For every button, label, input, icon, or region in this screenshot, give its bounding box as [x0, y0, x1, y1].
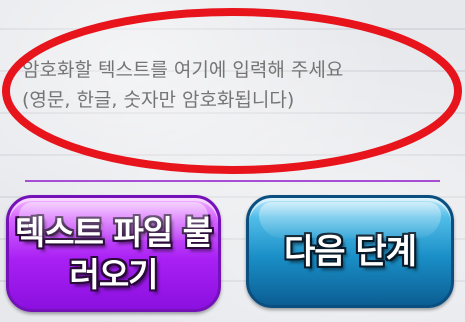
next-step-label: 다음 단계 — [284, 231, 417, 272]
load-text-file-label: 텍스트 파일 불러오기 — [14, 212, 213, 294]
next-step-button[interactable]: 다음 단계 — [246, 195, 454, 308]
divider — [25, 180, 440, 182]
load-text-file-button[interactable]: 텍스트 파일 불러오기 — [6, 195, 221, 312]
text-input[interactable] — [0, 0, 465, 175]
